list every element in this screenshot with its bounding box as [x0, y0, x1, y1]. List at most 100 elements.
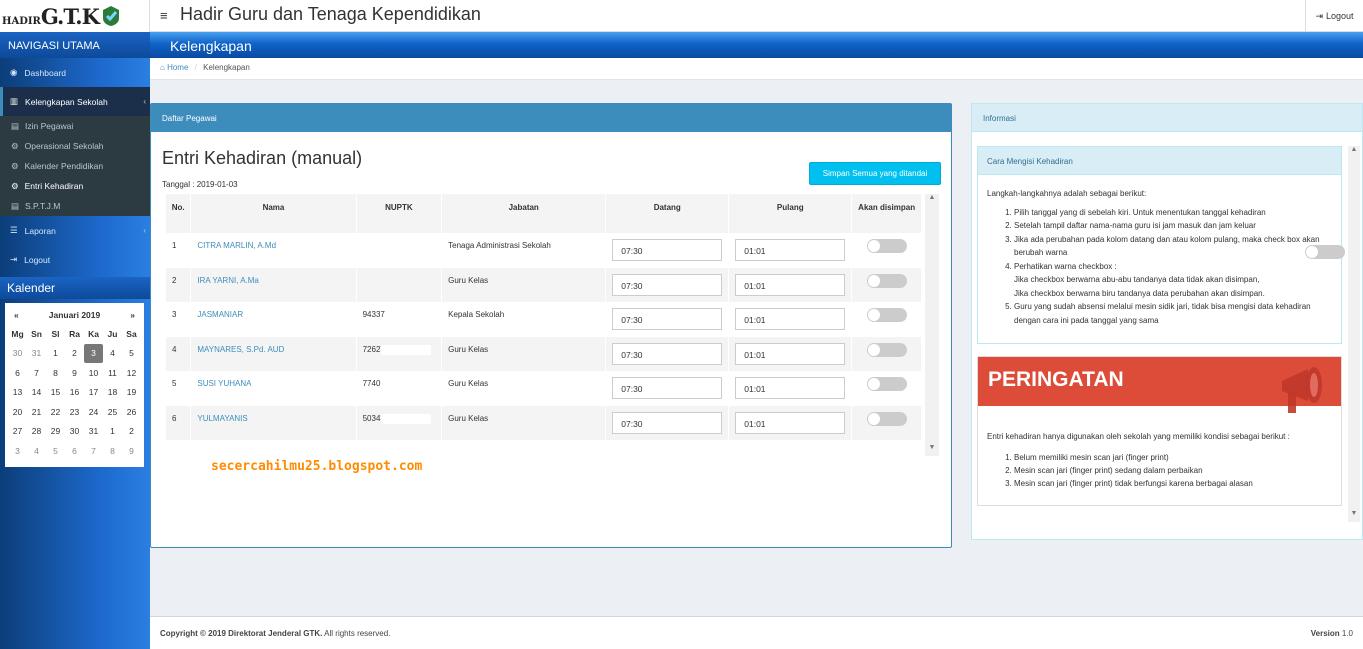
table-row: 3 JASMANIAR 94337 Kepala Sekolah 07:30 01:01: [166, 302, 922, 337]
save-all-button[interactable]: Simpan Semua yang ditandai: [809, 162, 941, 185]
sidebar-item-logout[interactable]: ⇥ Logout: [0, 245, 150, 274]
calendar-day[interactable]: 31: [84, 422, 103, 442]
cell-nuptk: 72627: [356, 336, 443, 371]
save-toggle[interactable]: [866, 411, 907, 426]
save-toggle[interactable]: [866, 273, 907, 288]
datang-input[interactable]: 07:30: [612, 239, 723, 261]
datang-input[interactable]: 07:30: [612, 342, 723, 365]
calendar-day[interactable]: 9: [65, 363, 84, 383]
calendar-next-button[interactable]: »: [130, 310, 135, 320]
calendar-day[interactable]: 17: [84, 383, 103, 403]
sidebar-item-dashboard[interactable]: ◉ Dashboard: [0, 58, 150, 87]
calendar-day[interactable]: 5: [46, 441, 65, 461]
pulang-input[interactable]: 01:01: [735, 273, 846, 296]
cell-nama[interactable]: SUSI YUHANA: [190, 371, 357, 406]
calendar-day[interactable]: 3: [84, 343, 103, 363]
save-toggle[interactable]: [866, 377, 907, 391]
calendar-day[interactable]: 11: [103, 363, 122, 383]
cell-nama[interactable]: MAYNARES, S.Pd. AUD: [190, 336, 357, 371]
info-scrollbar[interactable]: ▲ ▼: [1348, 146, 1360, 522]
save-toggle[interactable]: [866, 308, 907, 322]
cell-nama[interactable]: YULMAYANIS: [190, 405, 357, 440]
calendar-day[interactable]: 28: [27, 422, 46, 442]
calendar-day[interactable]: 8: [103, 441, 122, 461]
check-badge-icon: [102, 6, 119, 26]
sidebar-toggle-icon[interactable]: ≡: [160, 8, 168, 23]
datang-input[interactable]: 07:30: [612, 411, 723, 434]
datang-input[interactable]: 07:30: [612, 308, 723, 330]
calendar-day[interactable]: 1: [103, 422, 122, 442]
warning-box: PERINGATAN Entri kehadiran hanya digunak…: [977, 356, 1342, 506]
calendar-prev-button[interactable]: «: [14, 310, 19, 320]
cell-nama[interactable]: IRA YARNI, A.Ma: [190, 267, 357, 302]
calendar-day[interactable]: 21: [27, 402, 46, 422]
pulang-input[interactable]: 01:01: [735, 411, 846, 434]
calendar-day[interactable]: 4: [27, 441, 46, 461]
cell-datang: 07:30: [605, 371, 730, 406]
calendar-day[interactable]: 26: [122, 402, 141, 422]
cell-datang: 07:30: [605, 336, 730, 371]
calendar-day[interactable]: 5: [122, 344, 141, 364]
calendar-day[interactable]: 6: [65, 441, 84, 461]
breadcrumb-home[interactable]: ⌂ Home: [160, 63, 188, 72]
calendar-day[interactable]: 10: [84, 363, 103, 383]
cell-jabatan: Guru Kelas: [441, 267, 607, 302]
datang-input[interactable]: 07:30: [612, 273, 723, 296]
redacted-block: [380, 344, 431, 355]
calendar-day[interactable]: 7: [27, 363, 46, 383]
calendar-day[interactable]: 22: [46, 402, 65, 422]
calendar-day[interactable]: 12: [122, 363, 141, 383]
datang-input[interactable]: 07:30: [612, 377, 723, 399]
calendar-day[interactable]: 25: [103, 402, 122, 422]
save-toggle[interactable]: [866, 342, 907, 357]
calendar-day[interactable]: 20: [8, 402, 27, 422]
calendar-day[interactable]: 7: [84, 441, 103, 461]
calendar-day[interactable]: 6: [8, 363, 27, 383]
calendar-day[interactable]: 30: [65, 422, 84, 442]
pulang-input[interactable]: 01:01: [735, 342, 846, 365]
sidebar-subitem-izin-pegawai[interactable]: ▤ Izin Pegawai: [0, 116, 150, 136]
calendar-day[interactable]: 15: [46, 383, 65, 403]
cell-nama[interactable]: CITRA MARLIN, A.Md: [190, 233, 357, 268]
calendar-day[interactable]: 27: [8, 422, 27, 442]
scroll-up-icon[interactable]: ▲: [1348, 146, 1360, 158]
calendar-dow: Sa: [126, 328, 137, 339]
logout-button[interactable]: ⇥ Logout: [1305, 0, 1363, 32]
sidebar-subitem-sptjm[interactable]: ▤ S.P.T.J.M: [0, 196, 150, 216]
app-logo[interactable]: HADIRG.T.K: [0, 0, 150, 32]
cell-nama[interactable]: JASMANIAR: [190, 302, 357, 337]
calendar-day[interactable]: 30: [8, 344, 27, 364]
scroll-down-icon[interactable]: ▼: [925, 444, 939, 456]
calendar-day[interactable]: 29: [46, 422, 65, 442]
sign-out-icon: ⇥: [10, 254, 18, 264]
sidebar-subitem-kalender-pendidikan[interactable]: ⚙ Kalender Pendidikan: [0, 156, 150, 176]
calendar-day[interactable]: 3: [8, 441, 27, 461]
calendar-day[interactable]: 2: [122, 422, 141, 442]
calendar-month-title[interactable]: Januari 2019: [49, 310, 101, 320]
calendar-day[interactable]: 18: [103, 383, 122, 403]
table-scrollbar[interactable]: ▲ ▼: [925, 194, 939, 456]
sidebar-item-laporan[interactable]: ☰ Laporan ‹: [0, 216, 150, 245]
sidebar-subitem-entri-kehadiran[interactable]: ⚙ Entri Kehadiran: [0, 176, 150, 196]
pulang-input[interactable]: 01:01: [735, 377, 846, 399]
calendar-day[interactable]: 13: [8, 383, 27, 403]
sidebar-item-kelengkapan-sekolah[interactable]: ▥ Kelengkapan Sekolah ‹: [0, 87, 150, 116]
calendar-day[interactable]: 14: [27, 383, 46, 403]
calendar-day[interactable]: 2: [65, 344, 84, 364]
warning-list: Belum memiliki mesin scan jari (finger p…: [1014, 451, 1332, 490]
sidebar-subitem-operasional-sekolah[interactable]: ⚙ Operasional Sekolah: [0, 136, 150, 156]
calendar-day[interactable]: 4: [103, 344, 122, 364]
calendar-day[interactable]: 1: [46, 344, 65, 364]
calendar-day[interactable]: 16: [65, 383, 84, 403]
pulang-input[interactable]: 01:01: [735, 239, 846, 261]
scroll-down-icon[interactable]: ▼: [1348, 510, 1360, 522]
calendar-day[interactable]: 19: [122, 383, 141, 403]
scroll-up-icon[interactable]: ▲: [925, 194, 939, 206]
calendar-day[interactable]: 23: [65, 402, 84, 422]
calendar-day[interactable]: 9: [122, 441, 141, 461]
calendar-day[interactable]: 31: [27, 344, 46, 364]
calendar-day[interactable]: 24: [84, 402, 103, 422]
calendar-day[interactable]: 8: [46, 363, 65, 383]
pulang-input[interactable]: 01:01: [735, 308, 846, 330]
save-toggle[interactable]: [866, 239, 907, 253]
